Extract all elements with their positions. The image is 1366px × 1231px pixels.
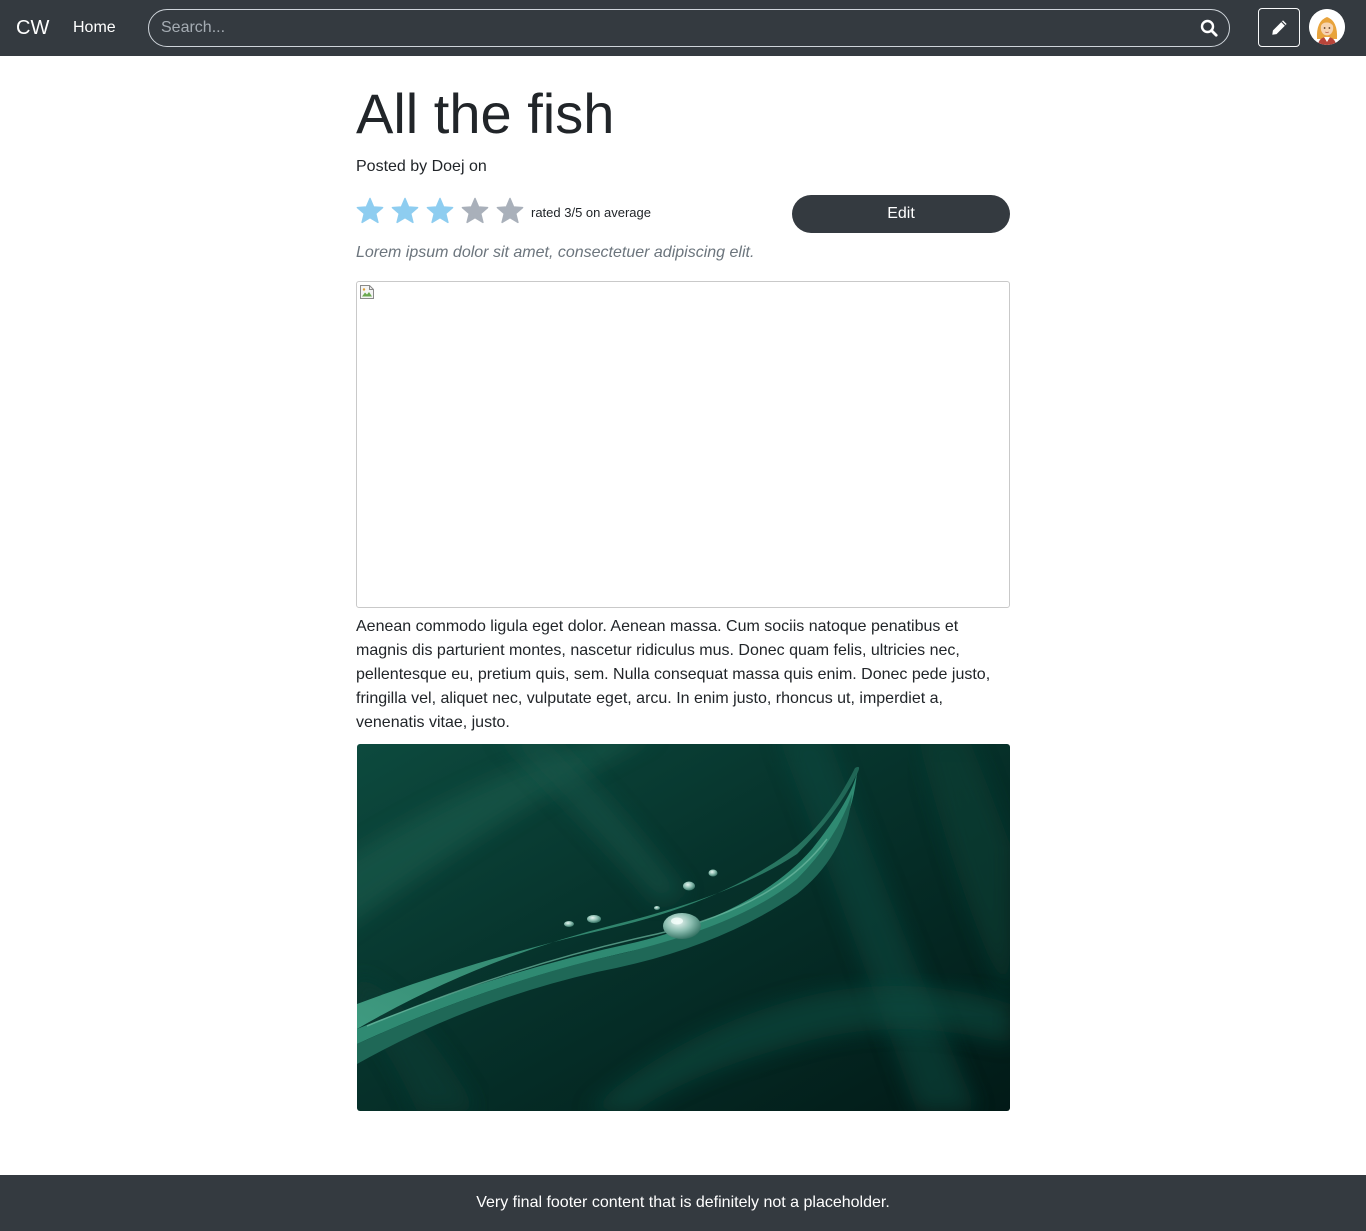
post-subtitle: Lorem ipsum dolor sit amet, consectetuer… xyxy=(356,244,755,261)
rating-text: rated 3/5 on average xyxy=(531,205,651,220)
footer-text: Very final footer content that is defini… xyxy=(476,1194,890,1211)
water-droplet-leaf-image xyxy=(357,744,1010,1111)
search-icon[interactable] xyxy=(1200,19,1218,37)
post-body: Aenean commodo ligula eget dolor. Aenean… xyxy=(356,618,991,731)
star-icon-4[interactable] xyxy=(461,197,489,225)
nav-home-link[interactable]: Home xyxy=(73,18,116,38)
star-icon-3[interactable] xyxy=(426,197,454,225)
post-title: All the fish xyxy=(356,82,615,145)
rating-stars xyxy=(356,197,531,227)
star-icon-2[interactable] xyxy=(391,197,419,225)
leaf-photo xyxy=(357,744,1010,1111)
broken-image-icon xyxy=(360,285,374,299)
navbar: CW Home xyxy=(0,0,1366,56)
broken-image xyxy=(356,281,1010,608)
pencil-icon xyxy=(1272,20,1287,35)
star-icon-1[interactable] xyxy=(356,197,384,225)
search-input[interactable] xyxy=(161,10,1181,46)
edit-button[interactable]: Edit xyxy=(792,195,1010,233)
search-bar xyxy=(148,9,1230,47)
brand-link[interactable]: CW xyxy=(16,15,49,41)
avatar-icon xyxy=(1309,9,1345,45)
user-avatar[interactable] xyxy=(1309,9,1345,45)
star-icon-5[interactable] xyxy=(496,197,524,225)
footer: Very final footer content that is defini… xyxy=(0,1175,1366,1231)
write-post-button[interactable] xyxy=(1258,8,1300,47)
post-byline: Posted by Doej on xyxy=(356,158,487,175)
